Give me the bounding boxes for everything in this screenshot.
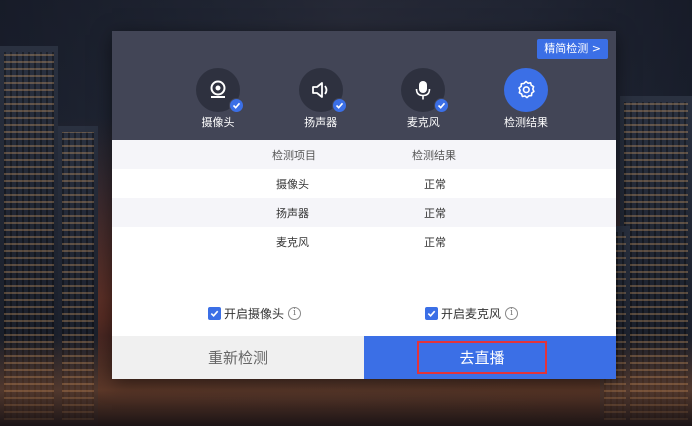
table-row: 摄像头 正常 [112,169,616,198]
go-live-label: 去直播 [417,341,547,374]
dialog-header: 精简检测 > 摄像头 扬声器 麦克风 检测结果 [112,31,616,140]
device-options: 开启摄像头 i 开启麦克风 i [112,305,616,327]
gear-icon [503,68,548,112]
go-live-button[interactable]: 去直播 [364,336,616,379]
table-row: 麦克风 正常 [112,227,616,256]
retest-button[interactable]: 重新检测 [112,336,364,379]
cell-result: 正常 [424,206,446,220]
simple-check-button[interactable]: 精简检测 > [537,39,608,59]
checkbox-checked-icon [425,307,438,320]
table-header-row: 检测项目 检测结果 [112,140,616,169]
enable-mic-label: 开启麦克风 [441,307,502,321]
cell-result: 正常 [424,235,446,249]
cell-item: 麦克风 [276,235,309,249]
checkmark-icon [229,98,244,113]
step-label: 扬声器 [304,116,338,129]
speaker-icon [298,68,347,113]
info-icon[interactable]: i [288,307,302,320]
checkmark-icon [434,98,450,113]
checkmark-icon [331,98,347,113]
step-label: 检测结果 [503,116,548,129]
cell-result: 正常 [424,177,446,191]
enable-mic-checkbox[interactable]: 开启麦克风 i [425,305,519,322]
checkbox-checked-icon [208,307,221,320]
enable-camera-checkbox[interactable]: 开启摄像头 i [208,305,302,322]
info-icon[interactable]: i [505,307,519,320]
device-check-dialog: 精简检测 > 摄像头 扬声器 麦克风 检测结果 检测项目 检测结果 摄像头 正常… [112,31,616,379]
step-microphone[interactable]: 麦克风 [383,68,463,130]
camera-icon [196,68,244,113]
dialog-footer: 重新检测 去直播 [112,336,616,379]
step-camera[interactable]: 摄像头 [178,68,258,130]
table-row: 扬声器 正常 [112,198,616,227]
step-results[interactable]: 检测结果 [486,68,566,130]
column-header-item: 检测项目 [272,148,316,162]
step-label: 摄像头 [201,116,235,129]
column-header-result: 检测结果 [412,148,456,162]
step-indicator: 摄像头 扬声器 麦克风 检测结果 [178,68,566,130]
enable-camera-label: 开启摄像头 [224,307,285,321]
cell-item: 扬声器 [276,206,309,220]
cell-item: 摄像头 [276,177,309,191]
step-label: 麦克风 [406,116,440,129]
results-table: 检测项目 检测结果 摄像头 正常 扬声器 正常 麦克风 正常 [112,140,616,256]
microphone-icon [401,68,450,113]
step-speaker[interactable]: 扬声器 [281,68,361,130]
